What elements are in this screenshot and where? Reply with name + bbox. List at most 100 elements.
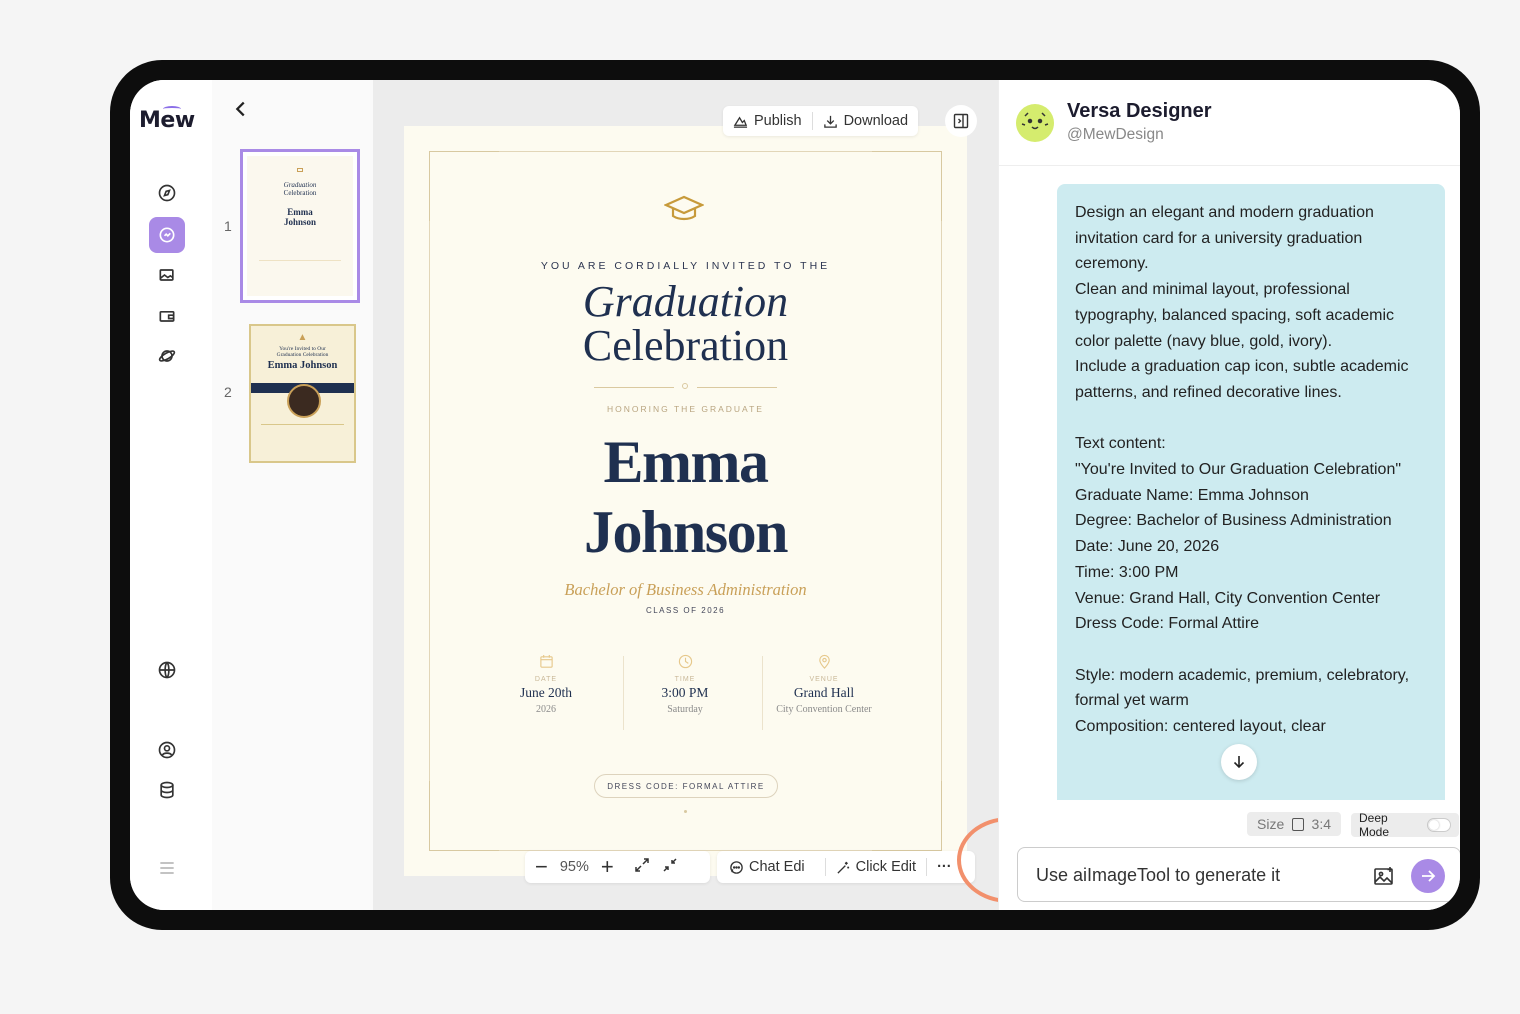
publish-label: Publish (754, 113, 802, 129)
thumb2-title: Graduation Celebration (276, 352, 329, 358)
toolbar-separator (824, 858, 826, 876)
corner-ornament (872, 151, 942, 221)
venue-sub: City Convention Center (776, 704, 872, 715)
menu-icon[interactable] (149, 850, 185, 886)
graduate-first-name: Emma (603, 429, 769, 495)
date-label: DATE (534, 676, 558, 683)
pages-panel: 1 Graduation Celebration Emma Johnson 2 … (212, 80, 373, 910)
chat-input[interactable] (1036, 862, 1356, 888)
planet-icon[interactable] (149, 338, 185, 374)
panel-toggle-icon[interactable] (945, 105, 977, 137)
graduate-last-name: Johnson (584, 499, 788, 565)
thumb-name-1: Emma (287, 207, 313, 217)
thumb-title-2: Celebration (283, 189, 317, 197)
shrink-icon[interactable] (662, 857, 678, 877)
chat-panel: Versa Designer @MewDesign Design an eleg… (998, 80, 1460, 910)
deep-mode-toggle[interactable]: Deep Mode (1351, 811, 1459, 839)
chat-edit-button[interactable]: Chat Edi (729, 859, 805, 875)
app-screen: Mew 1 Graduation Celebration Emma Johnso… (130, 80, 1460, 910)
size-label: Size (1257, 816, 1285, 832)
venue-label: VENUE (809, 676, 839, 683)
gallery-icon[interactable] (149, 257, 185, 293)
size-value: 3:4 (1311, 816, 1331, 832)
canvas-area: YOU ARE CORDIALLY INVITED TO THE Graduat… (373, 80, 1061, 910)
send-button[interactable] (1411, 859, 1445, 893)
chat-edit-label: Chat Edi (749, 859, 805, 875)
clock-icon (615, 654, 755, 672)
invitation-preline: YOU ARE CORDIALLY INVITED TO THE (540, 260, 831, 272)
thumb2-details (261, 424, 344, 452)
page-thumbnail-1[interactable]: Graduation Celebration Emma Johnson (240, 149, 360, 303)
venue-block: VENUE Grand Hall City Convention Center (754, 654, 894, 715)
title-line-2: Celebration (582, 321, 789, 370)
time-label: TIME (674, 676, 696, 683)
time-block: TIME 3:00 PM Saturday (615, 654, 755, 715)
time-sub: Saturday (667, 704, 703, 715)
chat-input-box (1017, 847, 1460, 902)
size-selector[interactable]: Size 3:4 (1247, 812, 1341, 836)
thumb-divider (259, 260, 341, 268)
class-year: CLASS OF 2026 (645, 606, 726, 615)
dress-code-badge: DRESS CODE: FORMAL ATTIRE (594, 774, 778, 798)
corner-ornament (429, 781, 499, 851)
click-edit-button[interactable]: Click Edit (836, 859, 916, 875)
fit-screen-icon[interactable] (634, 857, 650, 877)
publish-button[interactable]: Publish (733, 113, 802, 129)
deep-mode-label: Deep Mode (1359, 811, 1390, 839)
back-chevron-icon[interactable] (230, 98, 254, 122)
date-block: DATE June 20th 2026 (476, 654, 616, 715)
date-sub: 2026 (536, 704, 556, 715)
honoring-label: HONORING THE GRADUATE (607, 404, 764, 414)
message-text: Design an elegant and modern graduation … (1075, 204, 1410, 736)
assistant-name: Versa Designer (1067, 100, 1212, 122)
toolbar-separator (926, 858, 928, 876)
zoom-out-icon[interactable]: − (535, 856, 548, 878)
venue-value: Grand Hall (793, 685, 855, 700)
download-button[interactable]: Download (823, 113, 909, 129)
more-options-icon[interactable]: ··· (937, 859, 952, 875)
click-edit-label: Click Edit (855, 859, 917, 875)
graduation-cap-icon (663, 194, 705, 229)
graduate-photo (287, 384, 321, 418)
edit-mode-bar: Chat Edi Click Edit ··· (717, 851, 975, 883)
thumb2-name: Emma Johnson (267, 360, 338, 371)
image-upload-icon[interactable] (1373, 865, 1395, 887)
degree-text: Bachelor of Business Administration (564, 580, 807, 599)
globe-icon[interactable] (149, 652, 185, 688)
cap-icon (297, 168, 303, 172)
wallet-icon[interactable] (149, 298, 185, 334)
chat-header: Versa Designer @MewDesign (999, 80, 1460, 166)
left-rail: Mew (130, 80, 212, 910)
date-value: June 20th (519, 685, 573, 700)
zoom-in-icon[interactable]: + (601, 856, 614, 878)
page-number: 1 (224, 218, 232, 234)
compass-icon[interactable] (149, 175, 185, 211)
toolbar-separator (811, 112, 813, 130)
cap-icon: ▲ (297, 332, 308, 343)
page-thumbnail-2[interactable]: ▲ You're Invited to Our Graduation Celeb… (249, 324, 356, 463)
download-label: Download (843, 113, 909, 129)
corner-ornament (429, 151, 499, 221)
database-icon[interactable] (149, 772, 185, 808)
scroll-down-icon[interactable] (1221, 744, 1257, 780)
corner-ornament (872, 781, 942, 851)
download-icon (823, 115, 837, 128)
user-message: Design an elegant and modern graduation … (1057, 184, 1445, 800)
thumb-title-1: Graduation (283, 181, 317, 189)
design-icon[interactable] (149, 217, 185, 253)
magic-wand-icon (837, 861, 849, 874)
location-pin-icon (754, 654, 894, 672)
zoom-level: 95% (559, 859, 589, 875)
aspect-ratio-icon (1292, 817, 1304, 831)
profile-icon[interactable] (149, 732, 185, 768)
zoom-controls: − 95% + (525, 851, 710, 883)
thumb-name-2: Johnson (283, 217, 317, 227)
bottom-dot (684, 810, 687, 813)
toggle-switch[interactable] (1427, 818, 1451, 832)
chat-bubble-icon (730, 860, 743, 874)
avatar (1016, 104, 1054, 142)
publish-icon (733, 115, 748, 128)
invitation-card[interactable]: YOU ARE CORDIALLY INVITED TO THE Graduat… (404, 126, 967, 876)
app-logo[interactable]: Mew (139, 108, 195, 133)
time-value: 3:00 PM (661, 685, 709, 700)
